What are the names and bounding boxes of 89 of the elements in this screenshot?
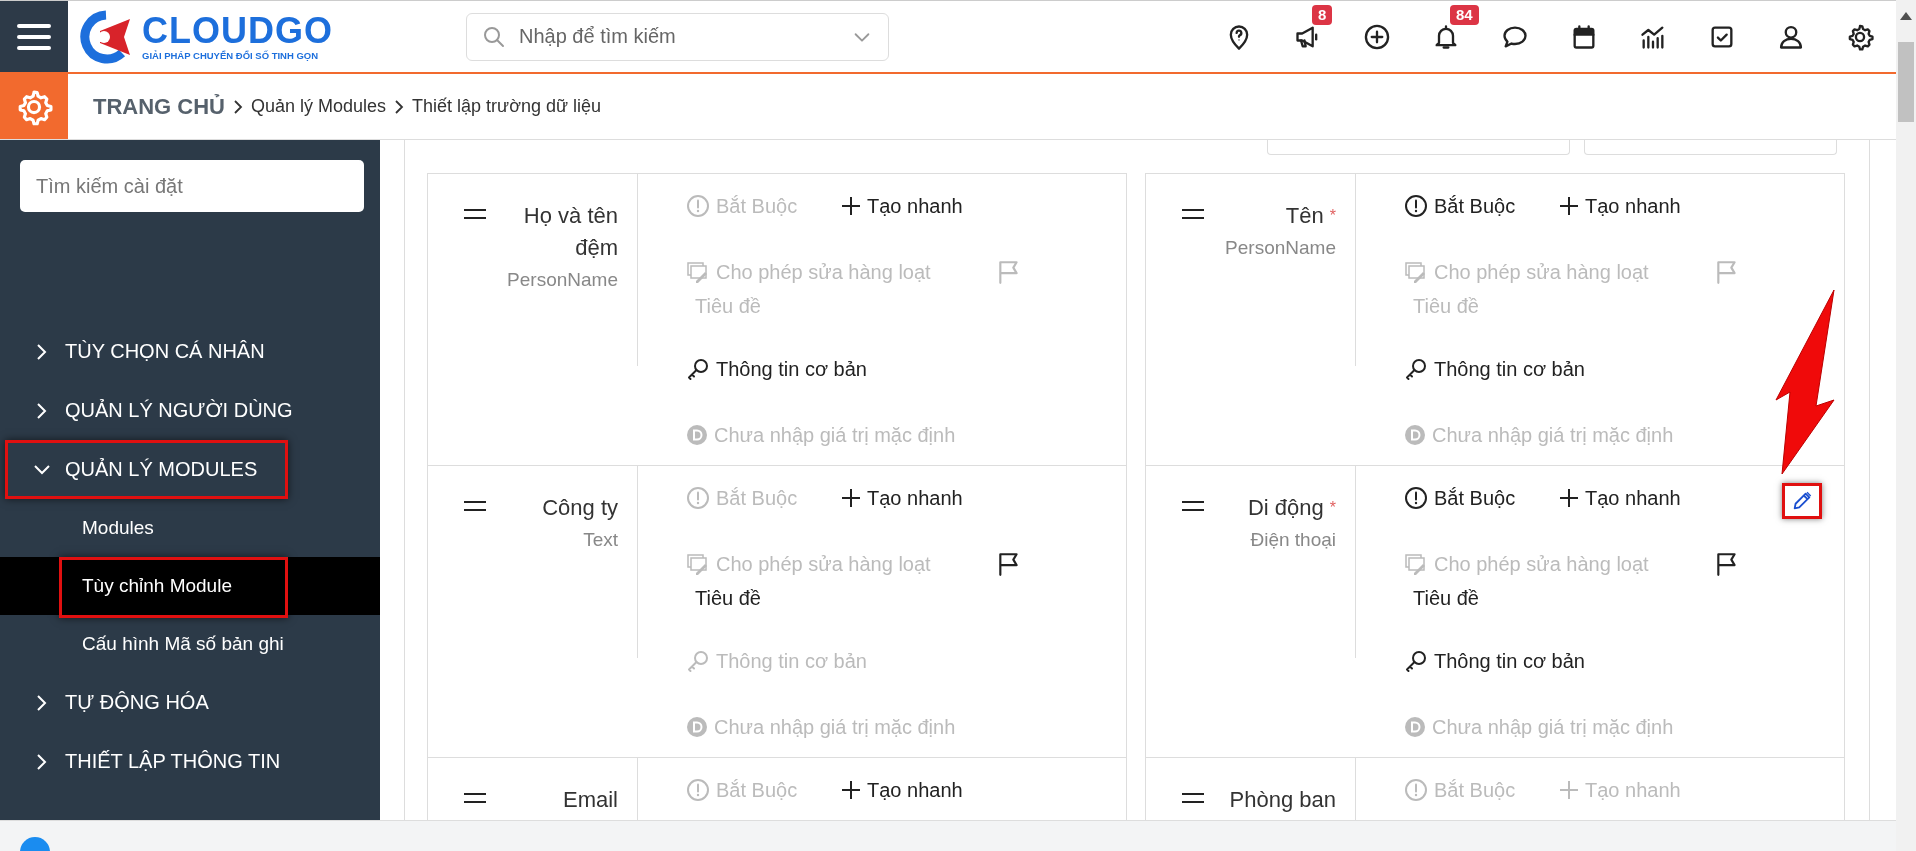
quick-create-toggle[interactable]: Tạo nhanh <box>841 778 963 802</box>
breadcrumb-link[interactable]: Quản lý Modules <box>251 96 387 117</box>
basic-info-label: Thông tin cơ bản <box>686 357 867 381</box>
default-value-text: Chưa nhập giá trị mặc định <box>1404 423 1674 447</box>
plus-icon <box>1559 780 1579 800</box>
menu-icon[interactable] <box>17 21 51 52</box>
default-value-icon <box>686 424 708 446</box>
sidebar-item[interactable]: TỰ ĐỘNG HÓA <box>0 673 380 732</box>
scroll-up-icon[interactable] <box>1900 12 1912 20</box>
key-icon <box>1404 357 1428 381</box>
field-name: Phòng ban <box>1229 787 1336 812</box>
drag-handle-icon[interactable] <box>463 208 487 220</box>
title-label: Tiêu đề <box>695 294 761 318</box>
field-name: Họ và tên đệm <box>523 203 618 260</box>
alert-circle-icon <box>686 194 710 218</box>
quick-create-toggle[interactable]: Tạo nhanh <box>841 486 963 510</box>
default-value-icon <box>1404 716 1426 738</box>
drag-handle-icon[interactable] <box>1181 500 1205 512</box>
quick-create-toggle[interactable]: Tạo nhanh <box>841 194 963 218</box>
drag-handle-icon[interactable] <box>1181 792 1205 804</box>
quick-create-toggle[interactable]: Tạo nhanh <box>1559 486 1681 510</box>
required-asterisk: * <box>1329 499 1336 516</box>
sidebar-item[interactable]: QUẢN LÝ NGƯỜI DÙNG <box>0 381 380 440</box>
drag-handle-icon[interactable] <box>463 792 487 804</box>
plus-icon <box>1559 488 1579 508</box>
plus-icon <box>841 488 861 508</box>
settings-icon[interactable] <box>1846 22 1874 51</box>
field-name: Tên <box>1285 203 1324 228</box>
field-type: PersonName <box>1225 236 1336 260</box>
sidebar-subitem[interactable]: Modules <box>0 499 380 557</box>
basic-info-label: Thông tin cơ bản <box>686 649 867 673</box>
logo-name: CLOUDGO <box>142 12 333 50</box>
alert-circle-icon <box>686 486 710 510</box>
pencil-icon <box>1791 490 1813 512</box>
count-badge: 84 <box>1450 4 1479 25</box>
edit-button[interactable] <box>1782 483 1822 519</box>
field-type: Điện thoại <box>1250 528 1336 552</box>
sidebar-item[interactable]: TÙY CHỌN CÁ NHÂN <box>0 322 380 381</box>
copy-edit-icon <box>686 552 710 576</box>
field-name: Công ty <box>542 495 618 520</box>
alert-circle-icon <box>1404 778 1428 802</box>
default-value-icon <box>686 716 708 738</box>
key-icon <box>686 357 710 381</box>
key-icon <box>686 649 710 673</box>
drag-handle-icon[interactable] <box>463 500 487 512</box>
default-value-text: Chưa nhập giá trị mặc định <box>1404 715 1674 739</box>
alert-circle-icon <box>1404 486 1428 510</box>
sidebar-subitem[interactable]: Cấu hình Mã số bản ghi <box>0 615 380 673</box>
filter-field[interactable] <box>1584 140 1837 155</box>
copy-edit-icon <box>686 260 710 284</box>
required-toggle[interactable]: Bắt Buộc <box>1404 486 1559 510</box>
copy-edit-icon <box>1404 552 1428 576</box>
add-circle-icon[interactable] <box>1363 22 1391 51</box>
field-name: Di động <box>1247 495 1324 520</box>
search-field[interactable]: Nhập để tìm kiếm <box>466 12 889 61</box>
sidebar-item[interactable]: QUẢN LÝ MODULES <box>0 440 380 499</box>
copy-edit-icon <box>1404 260 1428 284</box>
sidebar-subitem[interactable]: Tùy chỉnh Module <box>0 557 380 615</box>
scrollbar-thumb[interactable] <box>1898 42 1914 122</box>
plus-icon <box>841 780 861 800</box>
title-label: Tiêu đề <box>695 586 761 610</box>
default-value-icon <box>1404 424 1426 446</box>
default-value-text: Chưa nhập giá trị mặc định <box>686 423 956 447</box>
breadcrumb-link[interactable]: TRANG CHỦ <box>93 93 225 120</box>
basic-info-label: Thông tin cơ bản <box>1404 649 1585 673</box>
title-label: Tiêu đề <box>1413 294 1479 318</box>
required-asterisk: * <box>1329 207 1336 224</box>
required-toggle[interactable]: Bắt Buộc <box>1404 194 1559 218</box>
basic-info-label: Thông tin cơ bản <box>1404 357 1585 381</box>
count-badge: 8 <box>1312 4 1333 25</box>
plus-icon <box>1559 196 1579 216</box>
logo-tagline: GIẢI PHÁP CHUYỂN ĐỔI SỐ TINH GỌN <box>142 50 320 61</box>
field-type: PersonName <box>507 268 618 292</box>
sidebar-item[interactable]: THIẾT LẬP THÔNG TIN <box>0 732 380 791</box>
alert-circle-icon <box>1404 194 1428 218</box>
drag-handle-icon[interactable] <box>1181 208 1205 220</box>
plus-icon <box>841 196 861 216</box>
field-type: Text <box>583 528 618 552</box>
settings-tile[interactable] <box>0 74 68 139</box>
default-value-text: Chưa nhập giá trị mặc định <box>686 715 956 739</box>
chevron-right-icon <box>231 98 245 115</box>
filter-field[interactable] <box>1267 140 1570 155</box>
quick-create-toggle[interactable]: Tạo nhanh <box>1559 194 1681 218</box>
menu-button[interactable] <box>0 1 68 72</box>
key-icon <box>1404 649 1428 673</box>
title-label: Tiêu đề <box>1413 586 1479 610</box>
field-name: Email <box>563 787 618 812</box>
settings-search-field[interactable]: Tìm kiếm cài đặt <box>20 160 364 212</box>
alert-circle-icon <box>686 778 710 802</box>
